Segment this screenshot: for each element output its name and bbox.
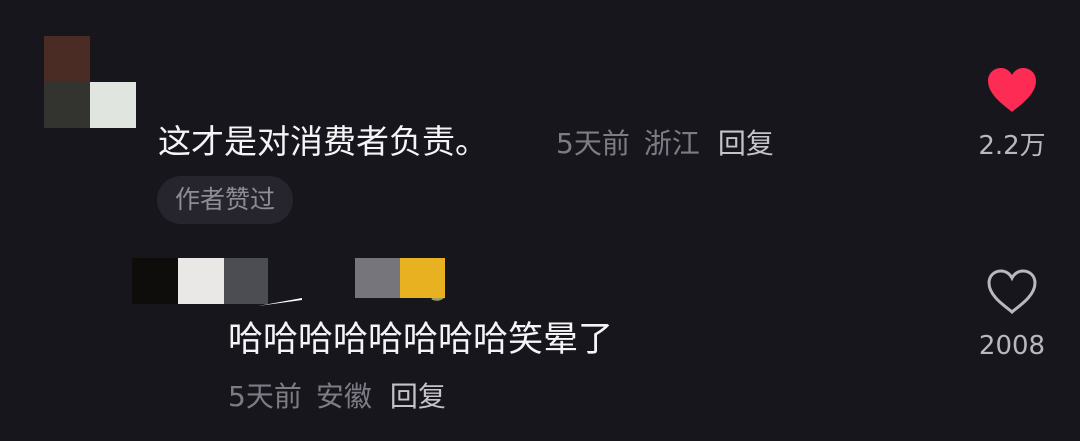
reply-button[interactable]: 回复 <box>718 124 774 164</box>
reply-meta: 5天前 安徽 回复 <box>228 377 446 417</box>
reply-button[interactable]: 回复 <box>390 377 446 417</box>
avatar-pixel <box>90 82 136 128</box>
username-pixel <box>400 258 445 298</box>
reply-text: 哈哈哈哈哈哈哈哈笑晕了 <box>228 320 614 360</box>
reply-item[interactable]: 哈哈哈哈哈哈哈哈笑晕了 5天前 安徽 回复 2008 <box>0 240 1080 441</box>
avatar-pixel <box>132 258 178 304</box>
comment-location: 浙江 <box>643 127 700 160</box>
avatar-pixel <box>44 82 90 128</box>
comment-item[interactable]: 这才是对消费者负责。 5天前 浙江 回复 作者赞过 2.2万 <box>0 0 1080 240</box>
heart-filled-icon <box>988 68 1036 112</box>
avatar-pixel <box>178 258 224 304</box>
heart-outline-icon <box>987 269 1037 315</box>
like-count: 2008 <box>978 331 1046 361</box>
like-button[interactable] <box>986 66 1038 114</box>
like-count: 2.2万 <box>978 131 1046 161</box>
reply-time: 5天前 <box>228 380 302 413</box>
username-pixel <box>355 258 400 298</box>
comment-time: 5天前 <box>556 127 630 160</box>
author-liked-badge: 作者赞过 <box>157 176 294 224</box>
reply-username[interactable] <box>355 258 445 298</box>
avatar-pixel <box>44 36 90 82</box>
like-button[interactable] <box>986 268 1038 316</box>
avatar[interactable] <box>44 36 136 128</box>
reply-avatar[interactable] <box>132 258 268 304</box>
comment-meta: 5天前 浙江 回复 <box>556 124 774 164</box>
reply-location: 安徽 <box>315 380 372 413</box>
comment-text: 这才是对消费者负责。 <box>158 122 488 161</box>
